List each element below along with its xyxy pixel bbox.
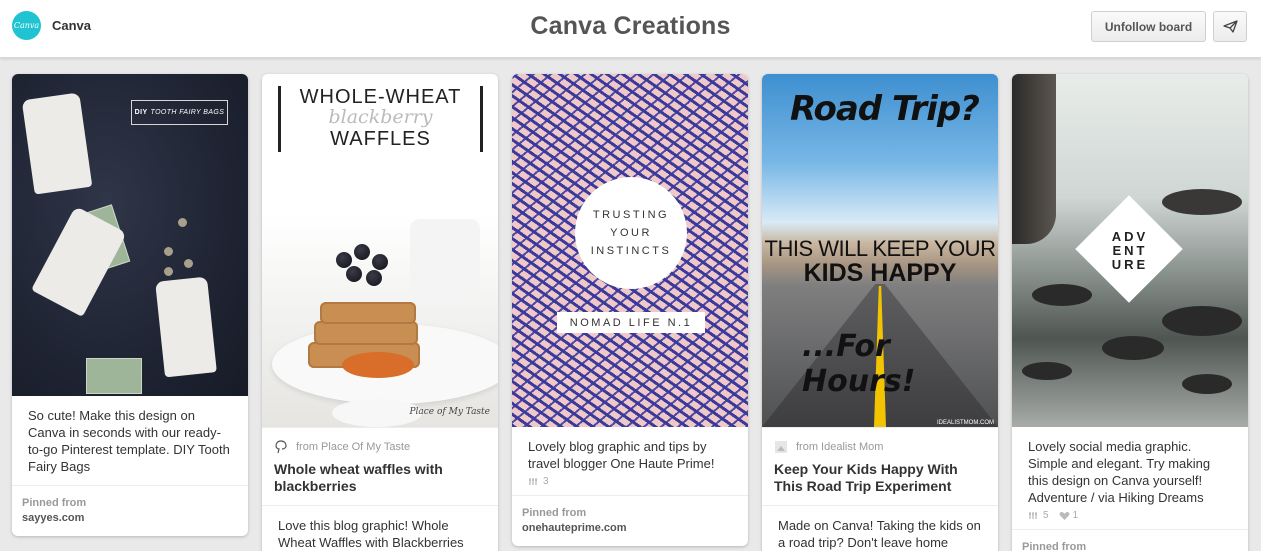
board-title: Canva Creations xyxy=(530,12,731,40)
pinned-from-label: Pinned from xyxy=(522,507,587,519)
pin-image[interactable]: Road Trip? THIS WILL KEEP YOUR KIDS HAPP… xyxy=(762,74,998,427)
pin-source[interactable]: from Idealist Mom xyxy=(762,427,998,454)
milk-jug xyxy=(410,219,480,299)
repin-value: 5 xyxy=(1043,510,1049,521)
rock xyxy=(1022,362,1072,380)
pin-description: Lovely blog graphic and tips by travel b… xyxy=(528,439,715,471)
pin-image[interactable]: ADV ENT URE xyxy=(1012,74,1248,427)
dollar-bill xyxy=(86,358,142,394)
repin-count[interactable]: 5 xyxy=(1028,510,1049,521)
rock xyxy=(1162,306,1242,336)
pin-description: Made on Canva! Taking the kids on a road… xyxy=(762,505,998,551)
pin-stats: 3 xyxy=(512,476,748,495)
image-watermark: IDEALISTMOM.COM xyxy=(936,420,994,426)
pin-image[interactable]: TRUSTING YOUR INSTINCTS NOMAD LIFE N.1 xyxy=(512,74,748,427)
waffle xyxy=(314,321,418,345)
source-avatar-icon xyxy=(774,440,788,454)
repin-icon xyxy=(529,478,537,485)
image-circle-text: TRUSTING YOUR INSTINCTS xyxy=(575,177,687,289)
pinned-from[interactable]: Pinned from sayyes.com xyxy=(12,485,248,536)
fabric-bag xyxy=(155,276,217,378)
source-pin-icon xyxy=(274,440,288,454)
blackberry xyxy=(372,254,388,270)
rock xyxy=(1032,284,1092,306)
coin xyxy=(164,247,173,256)
pin-description: So cute! Make this design on Canva in se… xyxy=(28,408,230,474)
like-count[interactable]: 1 xyxy=(1059,510,1079,521)
blackberry xyxy=(366,270,382,286)
image-label: NOMAD LIFE N.1 xyxy=(557,312,705,333)
waffle xyxy=(320,302,416,324)
circle-line: TRUSTING xyxy=(592,209,670,221)
rock xyxy=(1162,189,1242,215)
image-title-script: blackberry xyxy=(328,106,433,128)
unfollow-board-button[interactable]: Unfollow board xyxy=(1091,11,1206,42)
image-title: Road Trip? xyxy=(790,89,980,129)
adv-line: ADV xyxy=(1111,229,1149,244)
pin-card[interactable]: WHOLE-WHEAT blackberry WAFFLES Place of … xyxy=(262,74,498,551)
pinned-from-domain[interactable]: sayyes.com xyxy=(22,511,238,526)
pin-image[interactable]: WHOLE-WHEAT blackberry WAFFLES Place of … xyxy=(262,74,498,427)
source-text[interactable]: from Idealist Mom xyxy=(796,441,883,453)
pinned-from-label: Pinned from xyxy=(1022,541,1087,551)
adv-line: ENT xyxy=(1112,243,1148,258)
repin-value: 3 xyxy=(543,476,549,487)
coin xyxy=(178,218,187,227)
pin-card[interactable]: DIY TOOTH FAIRY BAGS So cute! Make this … xyxy=(12,74,248,536)
image-watermark: Place of My Taste xyxy=(409,407,490,417)
pinned-from[interactable]: Pinned from xyxy=(1012,529,1248,551)
pin-card[interactable]: ADV ENT URE Lovely social media graphic.… xyxy=(1012,74,1248,551)
send-button[interactable] xyxy=(1213,11,1247,42)
image-line-3: ...For Hours! xyxy=(802,329,916,399)
pinned-from[interactable]: Pinned from onehauteprime.com xyxy=(512,495,748,546)
send-icon xyxy=(1222,20,1238,33)
blackberry xyxy=(346,266,362,282)
repin-icon xyxy=(1029,512,1037,519)
image-caption-tag: DIY TOOTH FAIRY BAGS xyxy=(131,100,228,125)
like-value: 1 xyxy=(1072,510,1079,521)
pin-card[interactable]: Road Trip? THIS WILL KEEP YOUR KIDS HAPP… xyxy=(762,74,998,551)
pin-description: Love this blog graphic! Whole Wheat Waff… xyxy=(262,505,498,551)
cliff xyxy=(1012,74,1056,244)
board-header: Canva Canva Canva Creations Unfollow boa… xyxy=(0,0,1261,58)
syrup xyxy=(342,352,414,378)
pin-card[interactable]: TRUSTING YOUR INSTINCTS NOMAD LIFE N.1 L… xyxy=(512,74,748,546)
tag-italic: TOOTH FAIRY BAGS xyxy=(150,109,225,116)
blackberry xyxy=(336,252,352,268)
pin-description: Lovely social media graphic. Simple and … xyxy=(1028,439,1211,505)
image-title-block: WHOLE-WHEAT blackberry WAFFLES xyxy=(278,86,483,152)
pin-title[interactable]: Whole wheat waffles with blackberries xyxy=(262,454,498,505)
rock xyxy=(1182,374,1232,394)
tag-bold: DIY xyxy=(134,109,148,116)
image-title-bottom: WAFFLES xyxy=(330,128,431,150)
pin-stats: 5 1 xyxy=(1012,510,1248,529)
coin xyxy=(164,267,173,276)
pinned-from-domain[interactable]: onehauteprime.com xyxy=(522,521,738,536)
circle-line: YOUR xyxy=(610,227,652,239)
image-line-2: KIDS HAPPY xyxy=(803,259,957,287)
pinned-from-label: Pinned from xyxy=(22,497,87,509)
heart-icon xyxy=(1059,511,1069,520)
coin xyxy=(184,259,193,268)
adv-line: URE xyxy=(1111,257,1149,272)
pin-image[interactable]: DIY TOOTH FAIRY BAGS xyxy=(12,74,248,396)
blackberry xyxy=(354,244,370,260)
fabric-bag xyxy=(21,92,93,195)
pin-source[interactable]: from Place Of My Taste xyxy=(262,427,498,454)
pin-title[interactable]: Keep Your Kids Happy With This Road Trip… xyxy=(762,454,998,505)
repin-count[interactable]: 3 xyxy=(528,476,549,487)
source-text[interactable]: from Place Of My Taste xyxy=(296,441,410,453)
image-text: ADV ENT URE xyxy=(1102,230,1158,272)
rock xyxy=(1102,336,1164,360)
circle-line: INSTINCTS xyxy=(590,245,672,257)
